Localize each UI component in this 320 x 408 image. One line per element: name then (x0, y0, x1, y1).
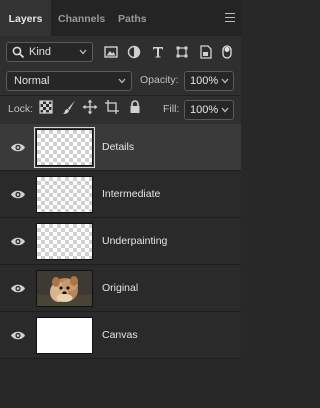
opacity-value: 100% (190, 75, 219, 87)
layer-row-original[interactable]: Original (0, 265, 241, 312)
tab-layers[interactable]: Layers (0, 0, 51, 36)
chevron-down-icon (221, 107, 229, 113)
layer-thumbnail (36, 223, 93, 260)
layer-row-underpainting[interactable]: Underpainting (0, 218, 241, 265)
layers-empty-area (0, 360, 241, 408)
chevron-down-icon (221, 78, 229, 84)
fill-label: Fill: (163, 103, 180, 115)
layer-name[interactable]: Intermediate (102, 188, 160, 200)
filter-toggle-icon[interactable] (222, 44, 232, 60)
layer-name[interactable]: Original (102, 282, 138, 294)
shape-filter-icon[interactable] (174, 44, 190, 60)
panel-menu-icon[interactable] (225, 13, 235, 22)
lock-position-icon[interactable] (82, 99, 98, 115)
tab-paths[interactable]: Paths (118, 0, 147, 36)
type-filter-icon[interactable] (150, 44, 166, 60)
panel-tab-bar: Layers Channels Paths (0, 0, 241, 37)
image-filter-icon[interactable] (103, 44, 119, 60)
layer-name[interactable]: Underpainting (102, 235, 167, 247)
eye-icon[interactable] (10, 189, 26, 200)
fill-value: 100% (190, 104, 219, 116)
dog-photo-icon (37, 271, 92, 306)
smart-object-filter-icon[interactable] (198, 44, 214, 60)
opacity-field[interactable]: 100% (184, 71, 234, 91)
eye-icon[interactable] (10, 330, 26, 341)
divider (0, 95, 241, 96)
adjustment-filter-icon[interactable] (126, 44, 142, 60)
chevron-down-icon (79, 49, 87, 55)
lock-label: Lock: (8, 103, 34, 115)
eye-icon[interactable] (10, 283, 26, 294)
layer-thumbnail (34, 127, 95, 168)
blend-mode-value: Normal (14, 75, 50, 87)
eye-icon[interactable] (10, 236, 26, 247)
layer-row-details[interactable]: Details (0, 124, 241, 171)
eye-icon[interactable] (10, 142, 26, 153)
fill-field[interactable]: 100% (184, 100, 234, 120)
layer-thumbnail (36, 176, 93, 213)
layer-thumbnail (36, 317, 93, 354)
filter-kind-label: Kind (29, 46, 52, 58)
tab-channels[interactable]: Channels (58, 0, 105, 36)
opacity-label: Opacity: (140, 74, 179, 86)
layer-name[interactable]: Details (102, 141, 134, 153)
blend-mode-select[interactable]: Normal (6, 71, 132, 91)
chevron-down-icon (118, 78, 126, 84)
layer-thumbnail-photo (36, 270, 93, 307)
layer-row-canvas[interactable]: Canvas (0, 312, 241, 359)
filter-kind-select[interactable]: Kind (6, 42, 93, 62)
lock-image-pixels-icon[interactable] (61, 99, 77, 115)
lock-transparent-pixels-icon[interactable] (38, 99, 54, 115)
layer-name[interactable]: Canvas (102, 329, 138, 341)
layer-row-intermediate[interactable]: Intermediate (0, 171, 241, 218)
lock-all-icon[interactable] (127, 99, 143, 115)
lock-artboard-icon[interactable] (104, 99, 120, 115)
search-icon (12, 46, 25, 59)
